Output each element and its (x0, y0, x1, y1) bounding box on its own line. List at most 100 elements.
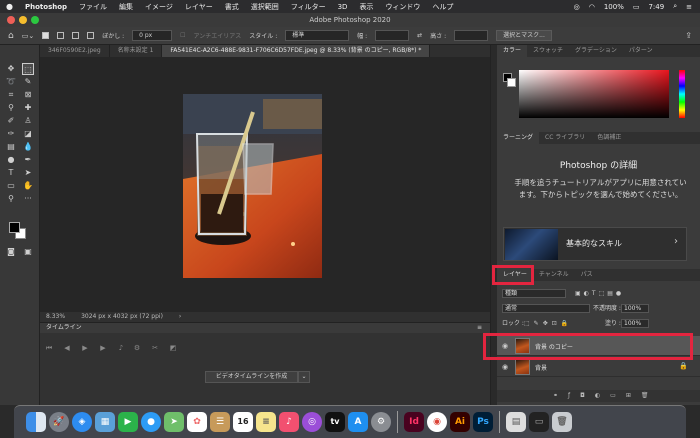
tab-paths[interactable]: パス (575, 269, 599, 281)
new-selection-icon[interactable] (42, 32, 50, 39)
tab-adjustments[interactable]: 色調補正 (591, 132, 627, 144)
marquee-tool-icon[interactable]: ⬚ (22, 63, 34, 75)
timeline-title[interactable]: タイムライン (46, 324, 82, 331)
dock-launchpad-icon[interactable]: 🚀 (49, 412, 69, 432)
pen-tool-icon[interactable]: ✒ (22, 154, 34, 166)
type-tool-icon[interactable]: T (5, 167, 17, 179)
tab-swatches[interactable]: スウォッチ (527, 45, 569, 57)
swap-icon[interactable]: ⇄ (417, 32, 422, 39)
marquee-preset-icon[interactable]: ▭⌄ (22, 32, 34, 40)
tab-document-2[interactable]: 名称未設定 1 (110, 45, 163, 57)
eraser-tool-icon[interactable]: ◪ (22, 128, 34, 140)
wifi-icon[interactable]: ◠ (589, 3, 595, 11)
quick-mask-icon[interactable]: ◙ (5, 246, 17, 258)
menu-view[interactable]: 表示 (359, 2, 373, 12)
lock-icons[interactable]: ⬚✎✥⊡🔒 (524, 318, 572, 330)
dock-illustrator-icon[interactable]: Ai (450, 412, 470, 432)
zoom-window-button[interactable] (31, 16, 39, 24)
zoom-level[interactable]: 8.33% (46, 312, 65, 322)
status-arrow-icon[interactable]: › (179, 312, 181, 322)
tab-document-1[interactable]: 346F0590E2.jpeg (40, 45, 110, 57)
width-input[interactable] (375, 30, 410, 41)
dock-screenshot-icon[interactable]: ▭ (529, 412, 549, 432)
extras-icon[interactable]: ◎ (574, 3, 580, 11)
dock-app-store-icon[interactable]: A (348, 412, 368, 432)
select-and-mask-button[interactable]: 選択とマスク... (496, 30, 552, 41)
menu-file[interactable]: ファイル (79, 2, 107, 12)
brush-tool-icon[interactable]: ✐ (5, 115, 17, 127)
fx-icon[interactable]: ƒ (568, 392, 580, 399)
add-selection-icon[interactable] (57, 32, 65, 39)
timeline-type-dropdown[interactable]: ⌄ (298, 371, 310, 383)
dock-photoshop-icon[interactable]: Ps (473, 412, 493, 432)
zoom-tool-icon[interactable]: ⚲ (5, 193, 17, 205)
antialias-checkbox[interactable]: ☐ (180, 32, 185, 39)
menu-app-name[interactable]: Photoshop (25, 3, 67, 11)
clock[interactable]: 7:49 (648, 3, 664, 11)
play-icon[interactable]: ▶ (80, 343, 90, 353)
feather-input[interactable]: 0 px (132, 30, 173, 41)
menu-edit[interactable]: 編集 (119, 2, 133, 12)
path-selection-tool-icon[interactable]: ➤ (22, 167, 34, 179)
dock-podcasts-icon[interactable]: ◎ (302, 412, 322, 432)
more-tools-icon[interactable]: ··· (22, 193, 34, 205)
height-input[interactable] (454, 30, 489, 41)
visibility-eye-icon[interactable]: ◉ (502, 363, 508, 371)
blend-mode-select[interactable]: 通常 (502, 304, 590, 313)
dock-indesign-icon[interactable]: Id (404, 412, 424, 432)
panel-menu-icon[interactable]: ≡ (477, 323, 482, 333)
layer-name[interactable]: 背景 (535, 363, 547, 372)
new-layer-icon[interactable]: ⊞ (626, 392, 641, 399)
menu-filter[interactable]: フィルター (291, 2, 326, 12)
delete-layer-icon[interactable]: 🗑 (641, 392, 659, 399)
tab-gradients[interactable]: グラデーション (569, 45, 623, 57)
create-video-timeline-button[interactable]: ビデオタイムラインを作成 (205, 371, 298, 383)
group-icon[interactable]: ▭ (610, 392, 626, 399)
dock-notes-icon[interactable]: ≡ (256, 412, 276, 432)
minimize-window-button[interactable] (19, 16, 27, 24)
dock-preview-icon[interactable]: ▦ (95, 412, 115, 432)
hue-slider[interactable] (679, 70, 685, 118)
menu-window[interactable]: ウィンドウ (385, 2, 420, 12)
tab-patterns[interactable]: パターン (623, 45, 659, 57)
prev-frame-icon[interactable]: ◀ (62, 343, 72, 353)
style-select[interactable]: 標準 (285, 30, 350, 41)
search-icon[interactable]: ⌕ (673, 2, 677, 11)
tab-learn[interactable]: ラーニング (497, 132, 540, 144)
dock-system-preferences-icon[interactable]: ⚙ (371, 412, 391, 432)
next-frame-icon[interactable]: ▶ (98, 343, 108, 353)
lasso-tool-icon[interactable]: ➰ (5, 76, 17, 88)
apple-menu-icon[interactable]: ● (6, 2, 13, 11)
audio-icon[interactable]: ♪ (116, 343, 126, 353)
menu-select[interactable]: 選択範囲 (251, 2, 279, 12)
adjustment-icon[interactable]: ◐ (595, 392, 610, 399)
dock-photos-icon[interactable]: ✿ (187, 412, 207, 432)
dock-trash-icon[interactable]: 🗑 (552, 412, 572, 432)
menu-type[interactable]: 書式 (225, 2, 239, 12)
share-icon[interactable]: ⇪ (685, 31, 692, 40)
layer-row-background[interactable]: ◉ 背景 🔒 (497, 357, 700, 377)
split-icon[interactable]: ✂ (150, 343, 160, 353)
dock-facetime-icon[interactable]: ▶ (118, 412, 138, 432)
tab-document-active[interactable]: FA541E4C-A2C6-488E-9831-F706C6D57FDE.jpe… (162, 45, 431, 57)
close-window-button[interactable] (7, 16, 15, 24)
screen-mode-icon[interactable]: ▣ (22, 246, 34, 258)
healing-brush-tool-icon[interactable]: ✚ (22, 102, 34, 114)
intersect-selection-icon[interactable] (87, 32, 95, 39)
gradient-tool-icon[interactable]: ▤ (5, 141, 17, 153)
document-image[interactable] (183, 94, 322, 278)
dodge-tool-icon[interactable]: ● (5, 154, 17, 166)
dock-chrome-icon[interactable]: ◉ (427, 412, 447, 432)
menu-3d[interactable]: 3D (338, 3, 348, 11)
add-mask-icon[interactable]: ◘ (580, 392, 595, 399)
frame-tool-icon[interactable]: ⊠ (22, 89, 34, 101)
dock-music-icon[interactable]: ♪ (279, 412, 299, 432)
transition-icon[interactable]: ◩ (168, 343, 178, 353)
history-brush-tool-icon[interactable]: ✑ (5, 128, 17, 140)
rectangle-tool-icon[interactable]: ▭ (5, 180, 17, 192)
layer-filter-icons[interactable]: ▣◐T⬚▤● (575, 288, 624, 300)
layer-filter-kind[interactable]: 種類 (502, 289, 566, 298)
color-picker-field[interactable] (519, 70, 669, 118)
dock-tv-icon[interactable]: tv (325, 412, 345, 432)
dock-messages-icon[interactable]: ● (141, 412, 161, 432)
